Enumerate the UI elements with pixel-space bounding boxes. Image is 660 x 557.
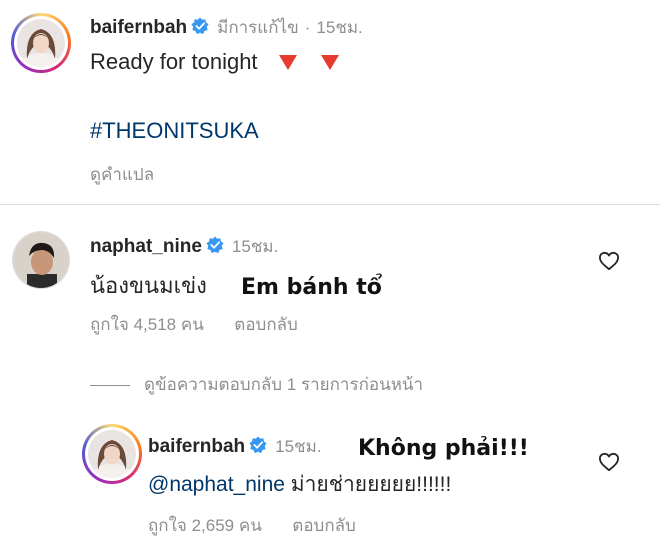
- heart-outline-icon[interactable]: [598, 251, 620, 271]
- reply-text: @naphat_nine ม่ายช่ายยยยย!!!!!!: [148, 468, 451, 501]
- caption-text: Ready for tonight: [90, 49, 258, 74]
- verified-badge-icon: [191, 17, 209, 35]
- comment-username[interactable]: naphat_nine: [90, 236, 202, 257]
- post-caption: Ready for tonight: [90, 49, 340, 75]
- comment-author-avatar[interactable]: [12, 231, 70, 289]
- reply-button[interactable]: ตอบกลับ: [292, 516, 356, 535]
- section-divider: [0, 204, 660, 205]
- reply-button[interactable]: ตอบกลับ: [234, 315, 298, 334]
- red-triangle-emoji: [278, 55, 297, 70]
- reply-body: ม่ายช่ายยยยย!!!!!!: [290, 473, 452, 496]
- reply-header: baifernbah 15ชม.: [148, 433, 322, 460]
- reply-author-avatar[interactable]: [82, 424, 142, 484]
- meta-separator: ·: [304, 18, 311, 37]
- post-time: 15ชม.: [316, 18, 363, 37]
- mention-link[interactable]: @naphat_nine: [148, 473, 285, 496]
- post-author-avatar[interactable]: [11, 13, 71, 73]
- verified-badge-icon: [206, 236, 224, 254]
- comment-likes-count[interactable]: ถูกใจ 4,518 คน: [90, 315, 204, 334]
- avatar-photo: [88, 430, 136, 478]
- reply-actions: ถูกใจ 2,659 คน ตอบกลับ: [148, 512, 356, 539]
- view-replies-toggle[interactable]: ดูข้อความตอบกลับ 1 รายการก่อนหน้า: [90, 371, 423, 398]
- overlay-caption: Em bánh tổ: [241, 275, 382, 300]
- post-username[interactable]: baifernbah: [90, 17, 187, 38]
- comment-text: น้องขนมเข่ง: [90, 273, 207, 298]
- avatar-photo: [13, 232, 69, 288]
- comment-header: naphat_nine 15ชม.: [90, 233, 278, 260]
- reply-likes-count[interactable]: ถูกใจ 2,659 คน: [148, 516, 262, 535]
- heart-outline-icon[interactable]: [598, 452, 620, 472]
- avatar-photo: [17, 19, 65, 67]
- red-triangle-emoji: [320, 55, 339, 70]
- comment-actions: ถูกใจ 4,518 คน ตอบกลับ: [90, 311, 298, 338]
- reply-time: 15ชม.: [275, 437, 322, 456]
- hashtag-link[interactable]: #THEONITSUKA: [90, 118, 259, 144]
- verified-badge-icon: [249, 436, 267, 454]
- reply-username[interactable]: baifernbah: [148, 436, 245, 457]
- post-header: baifernbah มีการแก้ไข · 15ชม.: [90, 14, 363, 41]
- overlay-caption: Không phải!!!: [358, 436, 529, 461]
- comment-time: 15ชม.: [231, 237, 279, 256]
- edited-label: มีการแก้ไข: [217, 18, 299, 37]
- replies-line: [90, 385, 130, 387]
- view-replies-label: ดูข้อความตอบกลับ 1 รายการก่อนหน้า: [144, 375, 424, 394]
- translate-link[interactable]: ดูคำแปล: [90, 161, 154, 188]
